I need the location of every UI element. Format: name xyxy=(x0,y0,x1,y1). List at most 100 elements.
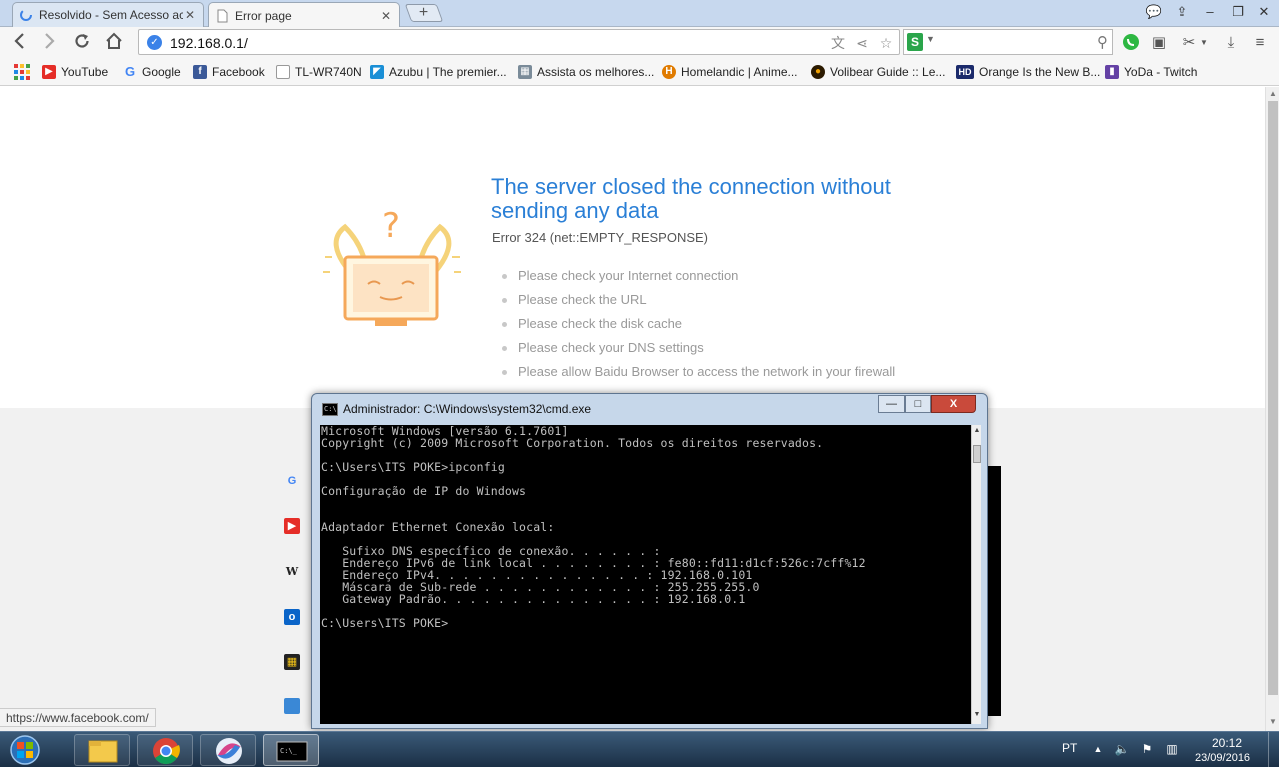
network-icon[interactable]: ▥ xyxy=(1164,741,1180,757)
page-icon xyxy=(217,9,228,22)
reload-button[interactable] xyxy=(70,31,94,55)
scissors-icon[interactable]: ✂ xyxy=(1179,33,1199,53)
new-tab-button[interactable]: + xyxy=(404,4,444,22)
taskbar-cmd[interactable]: C:\_ xyxy=(263,734,319,766)
shopping-icon[interactable]: ▦ xyxy=(284,654,300,670)
translate-icon[interactable]: 文 xyxy=(829,34,847,52)
show-hidden-icons-icon[interactable]: ▲ xyxy=(1090,741,1106,757)
bookmark-facebook[interactable]: f Facebook xyxy=(193,63,265,81)
close-window-icon[interactable]: ✕ xyxy=(1254,3,1274,21)
forward-button[interactable] xyxy=(37,31,61,55)
bookmark-label: Facebook xyxy=(212,65,265,79)
film-icon: ▦ xyxy=(518,65,532,79)
pin-icon[interactable]: ⇪ xyxy=(1172,3,1192,21)
chat-icon[interactable]: 💬 xyxy=(1144,3,1164,21)
star-icon[interactable]: ☆ xyxy=(877,34,895,52)
close-icon[interactable]: ✕ xyxy=(379,9,393,23)
bookmark-homelandic[interactable]: H Homelandic | Anime... xyxy=(662,63,798,81)
facebook-icon: f xyxy=(193,65,207,79)
minimize-button[interactable]: — xyxy=(878,395,905,413)
share-icon[interactable]: ⋖ xyxy=(853,34,871,52)
home-button[interactable] xyxy=(102,31,126,55)
bookmarks-bar: ▶ YouTube G Google f Facebook TL-WR740N … xyxy=(0,58,1279,86)
bookmark-google[interactable]: G Google xyxy=(123,63,181,81)
download-icon[interactable]: ⤓ xyxy=(1221,33,1241,53)
azubu-icon: ◤ xyxy=(370,65,384,79)
bookmark-volibear[interactable]: ● Volibear Guide :: Le... xyxy=(811,63,945,81)
bookmark-label: Volibear Guide :: Le... xyxy=(830,65,946,79)
page-scrollbar[interactable]: ▲ ▼ xyxy=(1265,87,1279,731)
cmd-window[interactable]: C:\ Administrador: C:\Windows\system32\c… xyxy=(311,393,988,729)
clock-date[interactable]: 23/09/2016 xyxy=(1195,752,1250,764)
bookmark-orange[interactable]: HD Orange Is the New B... xyxy=(956,63,1100,81)
bookmark-label: YouTube xyxy=(61,65,109,79)
taskbar-explorer[interactable] xyxy=(74,734,130,766)
chevron-down-icon[interactable]: ▼ xyxy=(1198,33,1210,53)
scrollbar-thumb[interactable] xyxy=(973,445,981,463)
cmd-titlebar[interactable]: C:\ Administrador: C:\Windows\system32\c… xyxy=(312,394,987,424)
volibear-icon: ● xyxy=(811,65,825,79)
search-icon[interactable]: ⚲ xyxy=(1097,33,1108,51)
menu-icon[interactable]: ≡ xyxy=(1250,33,1270,53)
bookmark-label: Orange Is the New B... xyxy=(979,65,1101,79)
bookmark-label: Homelandic | Anime... xyxy=(681,65,798,79)
bookmark-tl-wr740n[interactable]: TL-WR740N xyxy=(276,63,362,81)
console-line: C:\Users\ITS POKE>ipconfig xyxy=(321,460,505,474)
taskbar-chrome[interactable] xyxy=(137,734,193,766)
wikipedia-icon[interactable]: W xyxy=(284,564,300,580)
show-desktop-button[interactable] xyxy=(1268,732,1279,767)
console-line: Configuração de IP do Windows xyxy=(321,484,527,498)
flag-icon[interactable]: ⚑ xyxy=(1139,741,1155,757)
scroll-down-icon[interactable]: ▼ xyxy=(972,711,982,718)
folder-icon xyxy=(88,740,118,763)
list-item: Please allow Baidu Browser to access the… xyxy=(500,363,895,387)
back-icon xyxy=(14,33,24,49)
minimize-icon[interactable]: – xyxy=(1200,3,1220,21)
taskbar: C:\_ PT ▲ 🔈 ⚑ ▥ 20:12 23/09/2016 xyxy=(0,731,1279,767)
youtube-icon[interactable]: ▶ xyxy=(284,518,300,534)
google-icon[interactable]: G xyxy=(284,473,300,489)
close-button[interactable]: X xyxy=(931,395,976,413)
volume-icon[interactable]: 🔈 xyxy=(1114,741,1130,757)
taskbar-baidu-browser[interactable] xyxy=(200,734,256,766)
site-icon[interactable] xyxy=(284,698,300,714)
bookmark-label: Google xyxy=(142,65,181,79)
tab-title: Error page xyxy=(235,8,292,23)
maximize-button[interactable]: □ xyxy=(905,395,931,413)
bookmark-twitch[interactable]: ▮ YoDa - Twitch xyxy=(1105,63,1197,81)
google-icon: G xyxy=(124,64,136,79)
search-engine-icon[interactable]: S xyxy=(907,33,923,51)
language-indicator[interactable]: PT xyxy=(1062,741,1077,755)
bookmark-youtube[interactable]: ▶ YouTube xyxy=(42,63,108,81)
scroll-up-icon[interactable]: ▲ xyxy=(1266,89,1279,101)
scrollbar-thumb[interactable] xyxy=(1268,101,1278,695)
close-icon[interactable]: ✕ xyxy=(183,8,197,22)
clock-time[interactable]: 20:12 xyxy=(1212,736,1242,750)
console-scrollbar[interactable]: ▲ ▼ xyxy=(971,425,981,724)
bookmark-azubu[interactable]: ◤ Azubu | The premier... xyxy=(370,63,507,81)
whatsapp-icon[interactable] xyxy=(1121,33,1141,53)
tab-resolvido[interactable]: Resolvido - Sem Acesso ac ✕ xyxy=(12,2,204,27)
back-button[interactable] xyxy=(8,31,32,55)
search-box[interactable]: S ▼ ⚲ xyxy=(903,29,1113,55)
scroll-up-icon[interactable]: ▲ xyxy=(972,427,982,434)
apps-icon[interactable] xyxy=(14,64,30,80)
status-bar-url: https://www.facebook.com/ xyxy=(0,708,156,727)
camera-icon[interactable]: ▣ xyxy=(1149,33,1169,53)
chevron-down-icon[interactable]: ▼ xyxy=(926,34,935,44)
console-line: C:\Users\ITS POKE> xyxy=(321,616,449,630)
console-area[interactable]: Microsoft Windows [versão 6.1.7601] Copyr… xyxy=(320,425,971,724)
cmd-icon: C:\_ xyxy=(276,741,308,762)
list-item: Please check the disk cache xyxy=(500,315,895,339)
address-bar[interactable]: ✓ 192.168.0.1/ 文 ⋖ ☆ xyxy=(138,29,900,55)
outlook-icon[interactable]: o xyxy=(284,609,300,625)
bookmark-assista[interactable]: ▦ Assista os melhores... xyxy=(518,63,654,81)
homelandic-icon: H xyxy=(662,65,676,79)
start-button[interactable] xyxy=(5,734,45,766)
cmd-title: Administrador: C:\Windows\system32\cmd.e… xyxy=(343,402,592,416)
restore-icon[interactable]: ❐ xyxy=(1228,3,1248,21)
scroll-down-icon[interactable]: ▼ xyxy=(1266,717,1279,729)
tab-strip: Resolvido - Sem Acesso ac ✕ Error page ✕… xyxy=(0,0,1279,28)
check-icon: ✓ xyxy=(147,35,162,50)
tab-error-page[interactable]: Error page ✕ xyxy=(208,2,400,28)
